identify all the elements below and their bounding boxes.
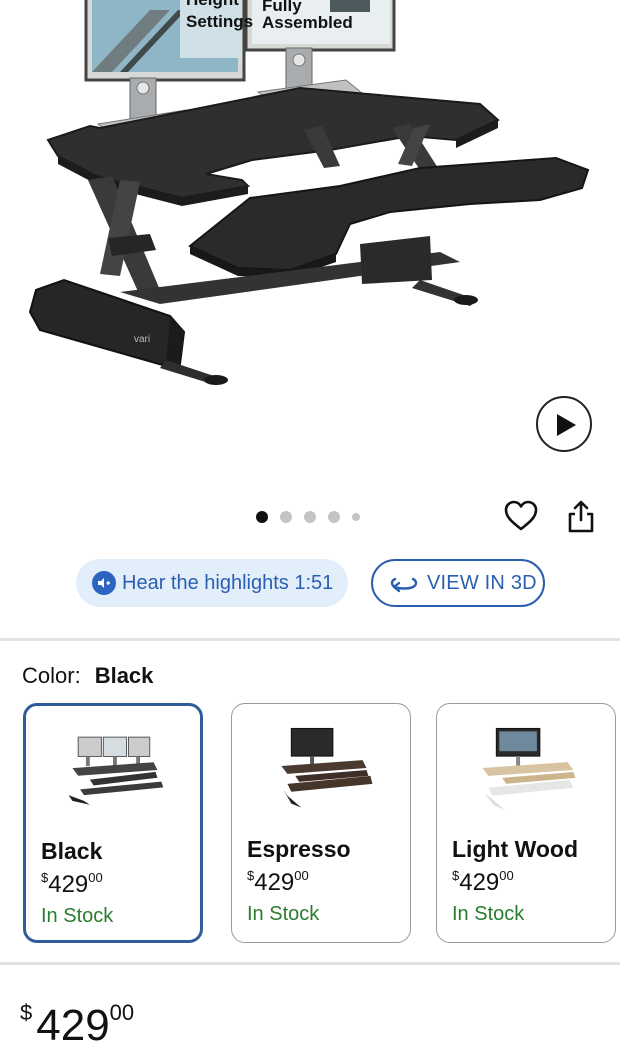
section-divider bbox=[0, 638, 620, 641]
favorite-button[interactable] bbox=[504, 500, 538, 532]
carousel-dot[interactable] bbox=[280, 511, 292, 523]
swatch-image-black bbox=[68, 736, 164, 805]
product-image[interactable]: Height Settings Fully Assembled va bbox=[0, 0, 620, 470]
swatch-price: $42900 bbox=[247, 868, 309, 896]
play-icon bbox=[557, 414, 576, 436]
swatch-stock-status: In Stock bbox=[452, 903, 525, 925]
carousel-dot[interactable] bbox=[352, 513, 360, 521]
swatch-name: Black bbox=[41, 838, 103, 864]
carousel-dot[interactable] bbox=[304, 511, 316, 523]
price-cents: 00 bbox=[109, 1000, 135, 1025]
play-video-button[interactable] bbox=[536, 396, 592, 452]
swatch-name: Espresso bbox=[247, 836, 351, 862]
carousel-dot[interactable] bbox=[328, 511, 340, 523]
swatch-image-espresso bbox=[281, 727, 373, 808]
heart-icon bbox=[504, 500, 538, 531]
monitor-right-text-2: Assembled bbox=[262, 13, 353, 32]
rotate-3d-icon bbox=[390, 577, 418, 593]
section-divider bbox=[0, 962, 620, 965]
hear-highlights-button[interactable]: Hear the highlights 1:51 bbox=[76, 559, 348, 607]
swatch-name: Light Wood bbox=[452, 836, 579, 862]
brand-logo: vari bbox=[134, 334, 150, 345]
monitor-left-text-1: Height bbox=[186, 0, 239, 9]
selected-color-value: Black bbox=[94, 663, 154, 688]
view-in-3d-button[interactable]: VIEW IN 3D bbox=[371, 559, 545, 607]
color-selector-label: Color: Black bbox=[22, 663, 153, 689]
color-option-light-wood[interactable]: Light Wood $42900 In Stock bbox=[436, 703, 616, 943]
swatch-stock-status: In Stock bbox=[247, 903, 320, 925]
share-button[interactable] bbox=[567, 500, 595, 534]
price-dollars: 429 bbox=[36, 1001, 110, 1050]
swatch-price: $42900 bbox=[41, 870, 103, 898]
carousel-indicator[interactable] bbox=[256, 511, 360, 523]
hear-highlights-label: Hear the highlights 1:51 bbox=[122, 571, 334, 594]
swatch-stock-status: In Stock bbox=[41, 905, 114, 927]
color-option-espresso[interactable]: Espresso $42900 In Stock bbox=[231, 703, 411, 943]
monitor-left-text-2: Settings bbox=[186, 12, 253, 31]
audio-icon bbox=[92, 571, 116, 595]
share-icon bbox=[568, 500, 594, 533]
color-label: Color: bbox=[22, 663, 81, 688]
swatch-image-light-wood bbox=[482, 727, 576, 810]
swatch-price: $42900 bbox=[452, 868, 514, 896]
view-in-3d-label: VIEW IN 3D bbox=[427, 571, 537, 594]
price-currency: $ bbox=[20, 1000, 33, 1025]
carousel-dot[interactable] bbox=[256, 511, 268, 523]
color-option-black[interactable]: Black $42900 In Stock bbox=[23, 703, 203, 943]
